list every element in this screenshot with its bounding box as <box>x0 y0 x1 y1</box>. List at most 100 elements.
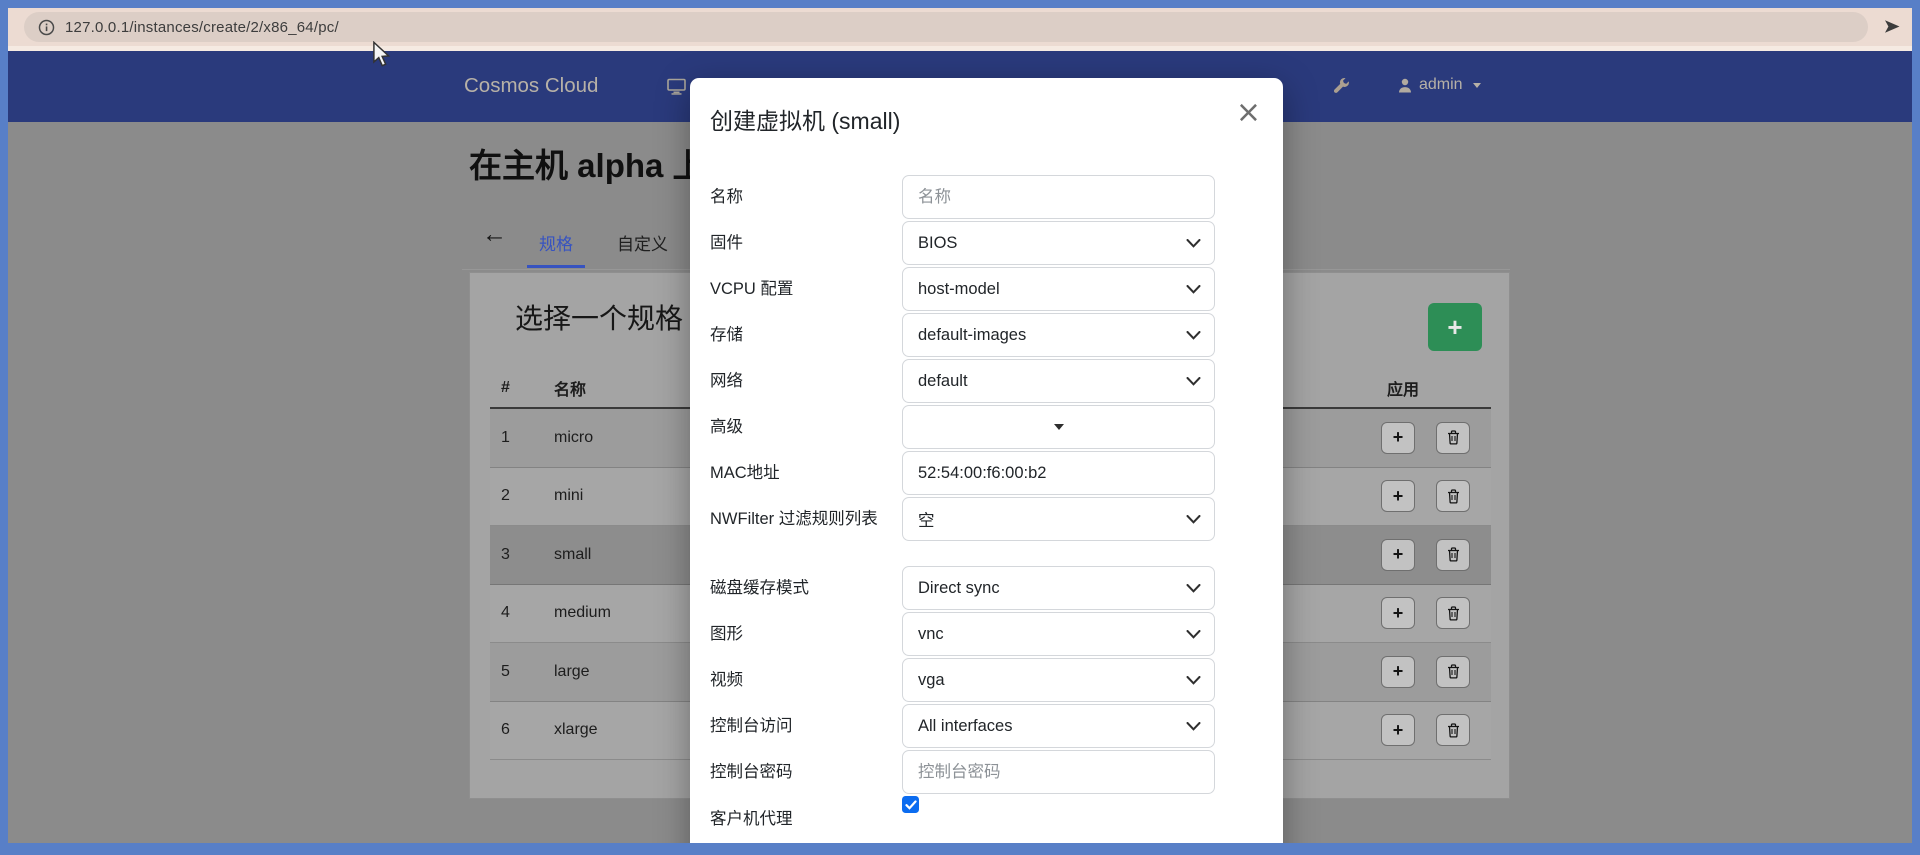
storage-select[interactable]: default-images <box>902 313 1215 357</box>
row-number: 4 <box>501 604 510 622</box>
row-number: 5 <box>501 662 510 680</box>
video-select[interactable]: vga <box>902 658 1215 702</box>
form-row-advanced: 高级 <box>710 405 1263 449</box>
field-control <box>902 451 1215 495</box>
field-label-console-password: 控制台密码 <box>710 762 793 781</box>
browser-address-bar: 127.0.0.1/instances/create/2/x86_64/pc/ <box>8 8 1912 46</box>
delete-trash-button[interactable] <box>1436 714 1470 747</box>
back-arrow-button[interactable]: ← <box>482 222 507 247</box>
row-number: 6 <box>501 721 510 739</box>
form-row-disk-cache: 磁盘缓存模式 Direct sync <box>710 566 1263 610</box>
apply-plus-button[interactable]: + <box>1381 714 1415 747</box>
field-control <box>902 175 1215 219</box>
tab-自定义[interactable]: 自定义 <box>603 218 682 271</box>
console-password-input[interactable] <box>902 750 1215 794</box>
field-control: 空 <box>902 497 1215 541</box>
form-row-mac-address: MAC地址 <box>710 451 1263 495</box>
selected-value: host-model <box>918 279 1000 298</box>
viewport: 127.0.0.1/instances/create/2/x86_64/pc/ … <box>8 8 1912 843</box>
add-flavor-button[interactable]: + <box>1428 303 1482 351</box>
row-number: 3 <box>501 545 510 563</box>
card-title: 选择一个规格 <box>515 303 684 334</box>
row-actions: + <box>1381 421 1491 454</box>
monitor-icon <box>667 78 686 100</box>
row-actions: + <box>1381 714 1491 747</box>
tab-bar: 规格 自定义 <box>525 218 682 271</box>
row-actions: + <box>1381 480 1491 513</box>
chevron-down-icon <box>1472 82 1481 88</box>
firmware-select[interactable]: BIOS <box>902 221 1215 265</box>
selected-value: All interfaces <box>918 716 1013 735</box>
caret-down-icon <box>1053 424 1064 430</box>
form-row-storage: 存储 default-images <box>710 313 1263 357</box>
wrench-icon[interactable] <box>1333 77 1350 99</box>
field-control <box>902 405 1215 449</box>
nwfilter-select[interactable]: 空 <box>902 497 1215 541</box>
field-label-storage: 存储 <box>710 325 743 344</box>
apply-plus-button[interactable]: + <box>1381 538 1415 571</box>
field-label-firmware: 固件 <box>710 233 743 252</box>
mac-address-input[interactable] <box>902 451 1215 495</box>
field-label-network: 网络 <box>710 371 743 390</box>
delete-trash-button[interactable] <box>1436 538 1470 571</box>
apply-plus-button[interactable]: + <box>1381 480 1415 513</box>
disk-cache-select[interactable]: Direct sync <box>902 566 1215 610</box>
field-label-video: 视频 <box>710 670 743 689</box>
field-control: host-model <box>902 267 1215 311</box>
console-access-select[interactable]: All interfaces <box>902 704 1215 748</box>
field-label-advanced: 高级 <box>710 417 743 436</box>
form-row-console-access: 控制台访问 All interfaces <box>710 704 1263 748</box>
graphics-select[interactable]: vnc <box>902 612 1215 656</box>
apply-plus-button[interactable]: + <box>1381 655 1415 688</box>
advanced-dropdown[interactable] <box>902 405 1215 449</box>
brand-logo[interactable]: Cosmos Cloud <box>464 74 598 98</box>
tab-规格[interactable]: 规格 <box>525 218 587 271</box>
vcpu-config-select[interactable]: host-model <box>902 267 1215 311</box>
user-menu[interactable]: admin <box>1398 76 1481 94</box>
field-label-vcpu-config: VCPU 配置 <box>710 279 794 298</box>
field-control: All interfaces <box>902 704 1215 748</box>
field-label-graphics: 图形 <box>710 624 743 643</box>
close-icon[interactable]: × <box>1236 98 1261 128</box>
delete-trash-button[interactable] <box>1436 655 1470 688</box>
delete-trash-button[interactable] <box>1436 480 1470 513</box>
modal-header: 创建虚拟机 (small) × <box>690 78 1283 148</box>
url-field[interactable]: 127.0.0.1/instances/create/2/x86_64/pc/ <box>24 12 1868 42</box>
apply-plus-button[interactable]: + <box>1381 597 1415 630</box>
form-row-nwfilter: NWFilter 过滤规则列表 空 <box>710 497 1263 541</box>
network-select[interactable]: default <box>902 359 1215 403</box>
selected-value: vga <box>918 670 945 689</box>
field-control: Direct sync <box>902 566 1215 610</box>
name-input[interactable] <box>902 175 1215 219</box>
selected-value: Direct sync <box>918 578 1000 597</box>
form-row-video: 视频 vga <box>710 658 1263 702</box>
row-actions: + <box>1381 538 1491 571</box>
col-header-apply: 应用 <box>1387 382 1420 399</box>
field-label-guest-agent: 客户机代理 <box>710 810 793 828</box>
delete-trash-button[interactable] <box>1436 597 1470 630</box>
field-control <box>902 796 1215 813</box>
selected-value: BIOS <box>918 233 958 252</box>
apply-plus-button[interactable]: + <box>1381 421 1415 454</box>
form-row-console-password: 控制台密码 <box>710 750 1263 794</box>
field-label-console-access: 控制台访问 <box>710 716 793 735</box>
browser-window: 127.0.0.1/instances/create/2/x86_64/pc/ … <box>0 0 1920 855</box>
modal-title: 创建虚拟机 (small) <box>710 108 901 134</box>
field-control: default <box>902 359 1215 403</box>
row-number: 1 <box>501 428 510 446</box>
mouse-cursor <box>372 40 392 73</box>
form-row-name: 名称 <box>710 175 1263 219</box>
field-label-nwfilter: NWFilter 过滤规则列表 <box>710 509 878 528</box>
row-actions: + <box>1381 597 1491 630</box>
field-control: vga <box>902 658 1215 702</box>
field-label-disk-cache: 磁盘缓存模式 <box>710 578 809 597</box>
field-control: default-images <box>902 313 1215 357</box>
info-icon[interactable] <box>38 19 55 36</box>
delete-trash-button[interactable] <box>1436 421 1470 454</box>
send-arrow-icon[interactable] <box>1883 18 1902 40</box>
selected-value: 空 <box>918 512 935 530</box>
guest-agent-checkbox[interactable] <box>902 796 919 813</box>
form-row-firmware: 固件 BIOS <box>710 221 1263 265</box>
field-control <box>902 750 1215 794</box>
field-label-mac-address: MAC地址 <box>710 463 780 482</box>
